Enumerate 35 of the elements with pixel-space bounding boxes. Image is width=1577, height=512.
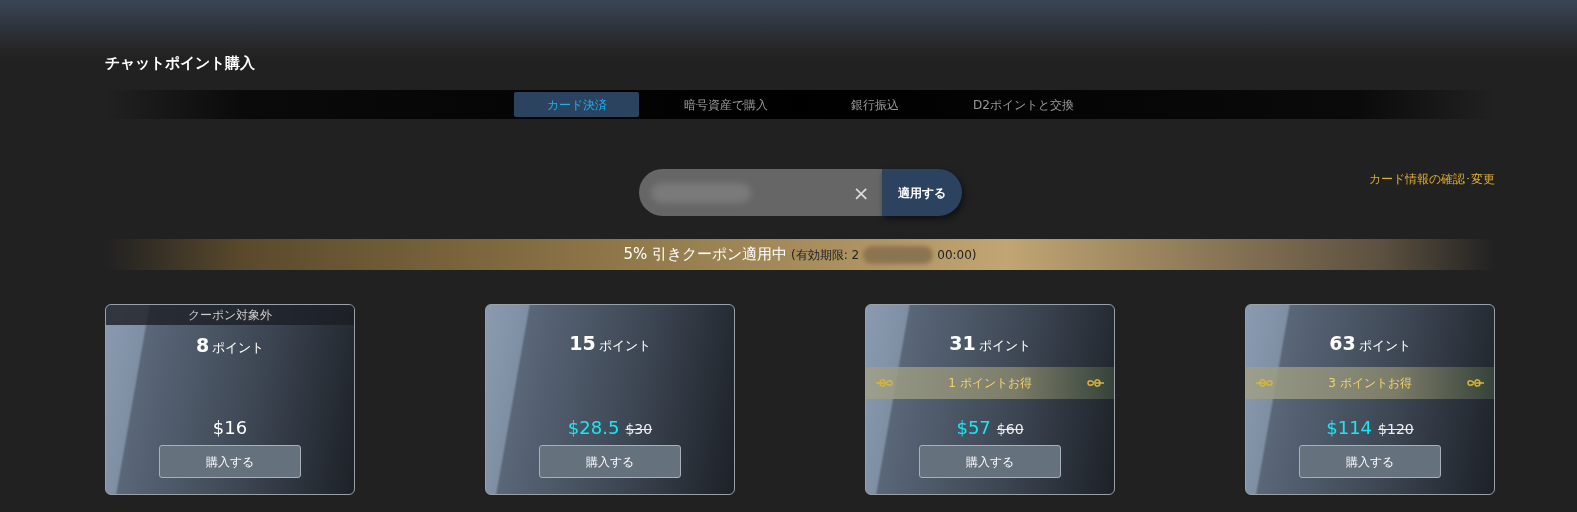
original-price: $60	[996, 421, 1024, 437]
price: $16	[212, 417, 248, 438]
clear-button[interactable]: ×	[852, 177, 870, 208]
points-unit: ポイント	[212, 340, 265, 355]
points-amount: 8	[195, 334, 210, 356]
points-amount: 31	[949, 332, 976, 354]
price: $114	[1326, 417, 1373, 438]
banner-headline: 5% 引きクーポン適用中	[623, 244, 788, 266]
payment-tab[interactable]: 銀行振込	[812, 92, 937, 117]
buy-button[interactable]: 購入する	[159, 445, 301, 478]
payment-tab[interactable]: カード決済	[514, 92, 639, 117]
points-amount: 15	[569, 332, 596, 354]
expiry-text: 00:00)	[937, 246, 977, 264]
bonus-text: 3 ポイントお得	[1328, 374, 1412, 392]
bonus-text: 1 ポイントお得	[948, 374, 1032, 392]
points-unit: ポイント	[978, 338, 1031, 353]
apply-button[interactable]: 適用する	[881, 169, 962, 216]
points-amount: 63	[1329, 332, 1356, 354]
expiry-text: (有効期限: 2	[791, 246, 860, 264]
page-title: チャットポイント購入	[105, 53, 256, 74]
plan-header: クーポン対象外	[106, 305, 354, 325]
coupon-field[interactable]: ×	[638, 169, 882, 216]
price: $57	[956, 417, 991, 438]
card-info-link[interactable]: カード情報の確認･変更	[1369, 170, 1495, 188]
points-unit: ポイント	[1358, 338, 1411, 353]
payment-tab[interactable]: 暗号資産で購入	[663, 92, 788, 117]
points-unit: ポイント	[598, 338, 651, 353]
buy-button[interactable]: 購入する	[1299, 445, 1441, 478]
redaction-blur	[863, 245, 934, 264]
payment-tab[interactable]: D2ポイントと交換	[961, 92, 1086, 117]
original-price: $30	[625, 421, 653, 437]
price: $28.5	[567, 417, 620, 438]
original-price: $120	[1378, 421, 1414, 437]
buy-button[interactable]: 購入する	[919, 445, 1061, 478]
buy-button[interactable]: 購入する	[539, 445, 681, 478]
